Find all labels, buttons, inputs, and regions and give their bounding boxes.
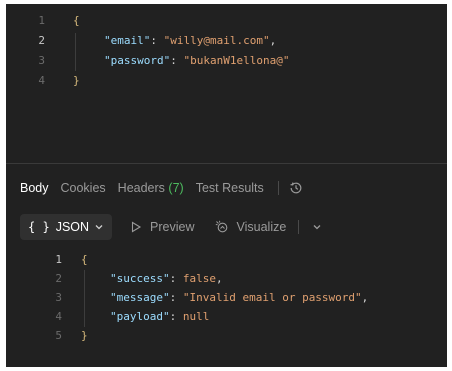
line-number: 4 bbox=[55, 310, 62, 323]
section-divider bbox=[6, 163, 447, 164]
json-key: "success" bbox=[110, 272, 170, 285]
chevron-down-icon[interactable] bbox=[312, 222, 322, 232]
open-brace: { bbox=[81, 253, 88, 266]
tab-headers-label: Headers bbox=[117, 181, 165, 195]
code-line-email: "email": "willy@mail.com", bbox=[104, 34, 276, 47]
code-line-success: "success": false, bbox=[110, 272, 223, 285]
json-colon: : bbox=[150, 34, 164, 47]
open-brace: { bbox=[73, 14, 80, 27]
json-key: "password" bbox=[104, 54, 171, 67]
line-number: 1 bbox=[38, 14, 45, 27]
play-outline-icon bbox=[131, 221, 142, 233]
preview-label: Preview bbox=[150, 220, 195, 234]
json-string: "Invalid email or password" bbox=[182, 291, 362, 304]
tab-cookies[interactable]: Cookies bbox=[61, 181, 106, 195]
line-number: 3 bbox=[38, 54, 45, 67]
line-number: 2 bbox=[38, 34, 45, 47]
visualize-icon bbox=[215, 220, 227, 233]
json-colon: : bbox=[169, 291, 183, 304]
json-colon: : bbox=[169, 272, 183, 285]
history-icon[interactable] bbox=[289, 181, 303, 195]
response-tabs: Body Cookies Headers (7) Test Results bbox=[6, 176, 303, 200]
json-key: "email" bbox=[104, 34, 151, 47]
preview-button[interactable]: Preview bbox=[130, 220, 195, 234]
json-comma: , bbox=[361, 291, 369, 304]
tab-body[interactable]: Body bbox=[20, 181, 49, 195]
line-number: 2 bbox=[55, 272, 62, 285]
toolbar-separator bbox=[298, 220, 300, 234]
json-comma: , bbox=[215, 272, 223, 285]
format-label: JSON bbox=[55, 220, 90, 234]
code-line-password: "password": "bukanW1ellona@" bbox=[104, 54, 289, 67]
json-string: "willy@mail.com" bbox=[163, 34, 270, 47]
json-colon: : bbox=[169, 310, 183, 323]
headers-count-badge: (7) bbox=[168, 181, 184, 195]
line-number: 3 bbox=[55, 291, 62, 304]
response-toolbar: { } JSON Preview Visualize bbox=[6, 213, 322, 241]
chevron-down-icon bbox=[95, 225, 103, 230]
braces-icon: { } bbox=[28, 220, 50, 234]
json-null: null bbox=[182, 310, 210, 323]
format-select[interactable]: { } JSON bbox=[20, 214, 113, 240]
close-brace: } bbox=[81, 329, 88, 342]
json-comma: , bbox=[269, 34, 277, 47]
json-colon: : bbox=[170, 54, 184, 67]
line-number: 4 bbox=[38, 74, 45, 87]
json-boolean: false bbox=[182, 272, 216, 285]
tab-test-results[interactable]: Test Results bbox=[196, 181, 264, 195]
json-string: "bukanW1ellona@" bbox=[183, 54, 290, 67]
code-line-payload: "payload": null bbox=[110, 310, 209, 323]
tab-headers[interactable]: Headers (7) bbox=[118, 181, 184, 195]
json-key: "message" bbox=[110, 291, 170, 304]
tab-separator bbox=[277, 181, 279, 195]
visualize-label: Visualize bbox=[236, 220, 287, 234]
visualize-button[interactable]: Visualize bbox=[215, 220, 287, 234]
code-line-message: "message": "Invalid email or password", bbox=[110, 291, 368, 304]
indent-guide bbox=[75, 33, 76, 71]
json-key: "payload" bbox=[110, 310, 170, 323]
close-brace: } bbox=[73, 74, 80, 87]
line-number: 5 bbox=[55, 329, 62, 342]
indent-guide bbox=[84, 270, 85, 327]
line-number: 1 bbox=[55, 253, 62, 266]
